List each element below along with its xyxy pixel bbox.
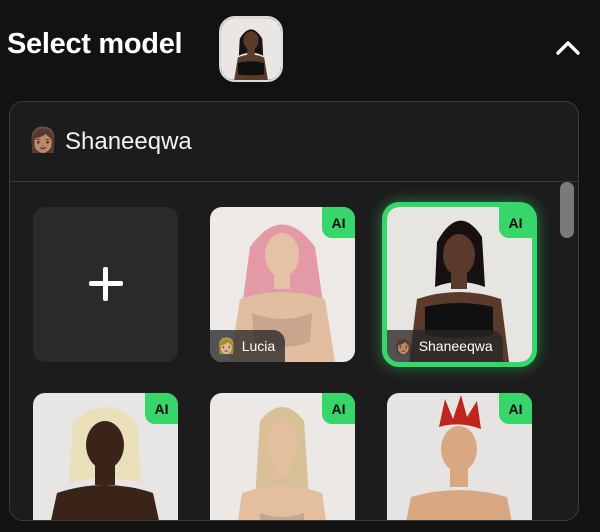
person-emoji-icon: 👩🏼 bbox=[217, 338, 236, 355]
model-name: Shaneeqwa bbox=[418, 338, 493, 354]
ai-badge: AI bbox=[499, 393, 532, 424]
ai-badge: AI bbox=[322, 393, 355, 424]
model-card[interactable]: AI bbox=[387, 393, 532, 520]
model-name-label: 👩🏽 Shaneeqwa bbox=[387, 330, 503, 362]
model-dropdown-panel: 👩🏽 Shaneeqwa AI 👩🏼 Lucia AI 👩🏽 Shaneeqwa… bbox=[9, 101, 579, 521]
model-card-lucia[interactable]: AI 👩🏼 Lucia bbox=[210, 207, 355, 362]
ai-badge: AI bbox=[499, 207, 532, 238]
model-card[interactable]: AI bbox=[210, 393, 355, 520]
page-title: Select model bbox=[7, 28, 183, 60]
model-name-label: 👩🏼 Lucia bbox=[210, 330, 286, 362]
selected-model-thumbnail bbox=[219, 16, 283, 82]
person-emoji-icon: 👩🏽 bbox=[28, 127, 58, 154]
plus-icon bbox=[89, 267, 123, 301]
chevron-up-icon[interactable] bbox=[552, 32, 584, 64]
model-card[interactable]: AI bbox=[33, 393, 178, 520]
selected-model-name: Shaneeqwa bbox=[65, 128, 192, 155]
add-model-button[interactable] bbox=[33, 207, 178, 362]
model-portrait-icon bbox=[221, 18, 281, 80]
current-selection-row[interactable]: 👩🏽 Shaneeqwa bbox=[10, 102, 578, 182]
ai-badge: AI bbox=[145, 393, 178, 424]
person-emoji-icon: 👩🏽 bbox=[394, 338, 413, 355]
ai-badge: AI bbox=[322, 207, 355, 238]
model-selector-header[interactable]: Select model bbox=[0, 0, 600, 96]
scrollbar[interactable] bbox=[556, 182, 578, 520]
scrollbar-thumb[interactable] bbox=[560, 182, 574, 238]
model-name: Lucia bbox=[241, 338, 276, 354]
model-card-shaneeqwa[interactable]: AI 👩🏽 Shaneeqwa bbox=[387, 207, 532, 362]
